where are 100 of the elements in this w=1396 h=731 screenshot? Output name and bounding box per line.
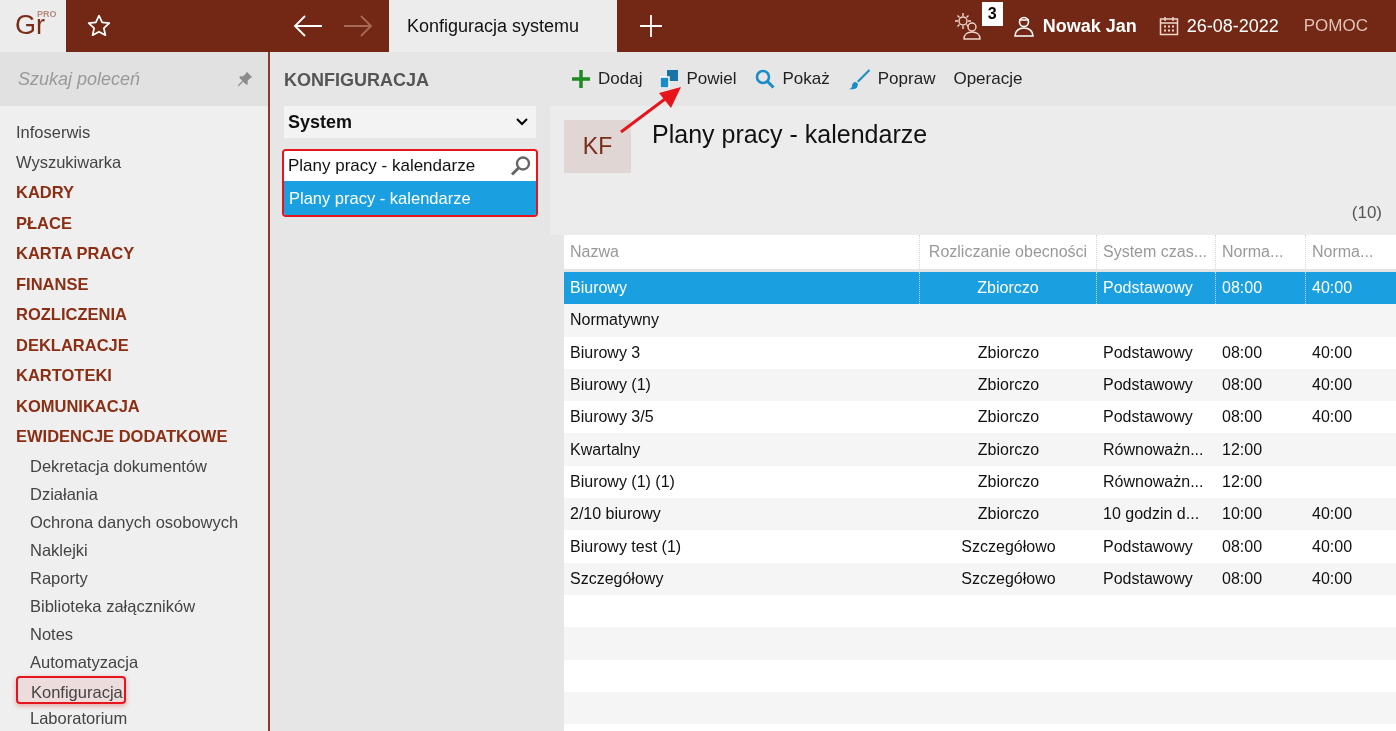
table-cell: Podstawowy	[1103, 343, 1193, 362]
sidebar-item[interactable]: KARTOTEKI	[0, 360, 268, 391]
module-badge: KF	[564, 120, 631, 173]
table-cell: Równoważn...	[1103, 472, 1204, 491]
search-icon	[754, 69, 775, 89]
command-search-field[interactable]: Szukaj poleceń	[16, 67, 236, 91]
sidebar-item[interactable]: KARTA PRACY	[0, 238, 268, 269]
table-row[interactable]: Biurowy 3/5 Zbiorczo Podstawowy 08:00 40:00	[564, 401, 1396, 434]
calendar-icon[interactable]	[1158, 16, 1179, 36]
table-cell: Normatywny	[570, 311, 659, 330]
sidebar-item[interactable]: PŁACE	[0, 207, 268, 238]
table-cell: Zbiorczo	[977, 472, 1040, 491]
notification-count: 3	[981, 2, 1003, 26]
sidebar-item[interactable]: Wyszukiwarka	[0, 147, 268, 177]
table-cell: 40:00	[1312, 376, 1353, 395]
table-cell: Szczegółowo	[961, 569, 1056, 588]
table-cell: Podstawowy	[1103, 537, 1193, 556]
table-cell: Podstawowy	[1103, 376, 1193, 395]
table-cell: Szczegółowo	[961, 537, 1056, 556]
sidebar-item[interactable]: Naklejki	[0, 535, 268, 564]
toolbar-button[interactable]: Operacje	[945, 65, 1031, 93]
table-cell: Biurowy (1) (1)	[570, 472, 675, 491]
table-row[interactable]: Normatywny	[564, 304, 1396, 337]
toolbar-button[interactable]: Pokaż	[746, 65, 838, 93]
table-cell: 08:00	[1222, 343, 1263, 362]
copy-icon	[660, 70, 679, 88]
star-icon[interactable]	[86, 13, 112, 39]
plus-icon[interactable]	[639, 14, 663, 38]
plus-icon	[572, 70, 590, 88]
table-cell: Równoważn...	[1103, 440, 1204, 459]
config-search-field[interactable]: Plany pracy - kalendarze	[284, 151, 536, 181]
date-label[interactable]: 26-08-2022	[1186, 15, 1279, 37]
table-row[interactable]: Biurowy (1) Zbiorczo Podstawowy 08:00 40:00	[564, 368, 1396, 402]
sidebar-item[interactable]: Notes	[0, 619, 268, 648]
table-row[interactable]: Szczegółowy Szczegółowo Podstawowy 08:00 40:00	[564, 562, 1396, 595]
help-link[interactable]: POMOC	[1303, 16, 1368, 36]
table-cell: Zbiorczo	[977, 343, 1040, 362]
table-cell: Podstawowy	[1103, 569, 1193, 588]
table-cell: 40:00	[1312, 279, 1353, 298]
table-cell: 40:00	[1312, 537, 1353, 556]
table-cell: Zbiorczo	[977, 440, 1040, 459]
sidebar-item[interactable]: Działania	[0, 479, 268, 508]
table-cell: Kwartalny	[570, 440, 641, 459]
table-cell: 2/10 biurowy	[570, 505, 661, 524]
table-cell: Biurowy 3	[570, 343, 641, 362]
table-cell: 12:00	[1222, 440, 1263, 459]
sidebar-item[interactable]: ROZLICZENIA	[0, 299, 268, 330]
page-title: Plany pracy - kalendarze	[652, 119, 928, 149]
sidebar-item[interactable]: EWIDENCJE DODATKOWE	[0, 421, 268, 452]
toolbar-button[interactable]: Dodaj	[564, 65, 651, 93]
panel-title: KONFIGURACJA	[284, 69, 430, 92]
table-cell: 10 godzin d...	[1103, 505, 1200, 524]
table-cell: Zbiorczo	[977, 376, 1040, 395]
command-search-field[interactable]: Szukaj poleceń	[0, 52, 268, 106]
back-arrow-icon[interactable]	[292, 14, 324, 38]
toolbar-button[interactable]: Popraw	[839, 64, 944, 94]
table-cell: Biurowy 3/5	[570, 408, 654, 427]
table-cell: 40:00	[1312, 569, 1353, 588]
table-cell: 08:00	[1222, 537, 1263, 556]
table-cell: Podstawowy	[1103, 279, 1193, 298]
pin-icon[interactable]	[236, 70, 254, 88]
table-cell: Zbiorczo	[977, 279, 1039, 298]
sidebar-item[interactable]: DEKLARACJE	[0, 329, 268, 360]
toolbar-button[interactable]: Powiel	[652, 65, 745, 93]
sidebar-item[interactable]: FINANSE	[0, 268, 268, 299]
search-icon[interactable]	[510, 155, 532, 177]
brush-icon	[847, 68, 870, 90]
table-cell: Zbiorczo	[977, 408, 1040, 427]
user-sun-icon[interactable]	[953, 12, 982, 40]
table-cell: Biurowy test (1)	[570, 537, 682, 556]
sidebar-item[interactable]: Infoserwis	[0, 117, 268, 147]
user-icon[interactable]	[1012, 14, 1037, 38]
table-row[interactable]: Biurowy test (1) Szczegółowo Podstawowy 08:00 40:00	[564, 530, 1396, 563]
user-name[interactable]: Nowak Jan	[1042, 15, 1137, 37]
table-row[interactable]: Biurowy (1) (1) Zbiorczo Równoważn... 12:00	[564, 465, 1396, 499]
tab[interactable]: Konfiguracja systemu	[389, 0, 617, 52]
sidebar-item[interactable]: KOMUNIKACJA	[0, 390, 268, 421]
sidebar-item[interactable]: Laboratorium	[0, 703, 268, 731]
sidebar-item[interactable]: Automatyzacja	[0, 647, 268, 676]
table-row[interactable]: Biurowy 3 Zbiorczo Podstawowy 08:00 40:00	[564, 336, 1396, 369]
table-row[interactable]: Kwartalny Zbiorczo Równoważn... 12:00	[564, 433, 1396, 466]
sidebar-item[interactable]: Raporty	[0, 563, 268, 592]
table-cell: 10:00	[1222, 505, 1263, 524]
sidebar-item[interactable]: Dekretacja dokumentów	[0, 451, 268, 480]
sidebar-item[interactable]: Biblioteka załączników	[0, 591, 268, 620]
record-count: (10)	[550, 173, 1396, 235]
table-cell: Biurowy	[570, 279, 627, 298]
category-dropdown[interactable]: System	[284, 106, 536, 138]
table-cell: 08:00	[1222, 408, 1263, 427]
table-cell: 40:00	[1312, 408, 1353, 427]
sidebar-item[interactable]: Ochrona danych osobowych	[0, 507, 268, 536]
table-cell: 08:00	[1222, 279, 1263, 298]
table-cell: Podstawowy	[1103, 408, 1193, 427]
table-cell: Szczegółowy	[570, 569, 664, 588]
sidebar-item[interactable]: Konfiguracja	[16, 675, 126, 704]
table-cell: Biurowy (1)	[570, 376, 651, 395]
table-row[interactable]: 2/10 biurowy Zbiorczo 10 godzin d... 10:00 40:00	[564, 498, 1396, 531]
table-cell: 08:00	[1222, 376, 1263, 395]
sidebar-item[interactable]: KADRY	[0, 177, 268, 208]
table-cell: 12:00	[1222, 472, 1263, 491]
